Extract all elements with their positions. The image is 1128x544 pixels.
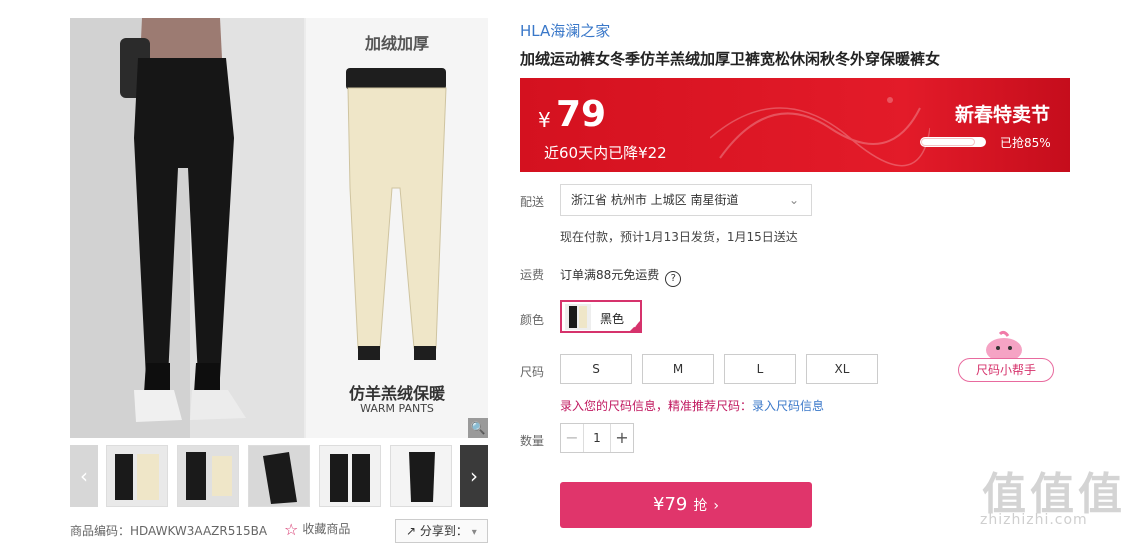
sku-code: 商品编码：HDAWKW3AAZR515BA	[70, 524, 268, 538]
help-icon[interactable]: ?	[665, 271, 682, 287]
favorite-button[interactable]: ☆ 收藏商品	[284, 520, 350, 539]
main-product-image[interactable]: 加绒加厚 仿羊羔绒保暖 WARM PANTS 🔍	[70, 18, 488, 438]
star-icon: ☆	[284, 520, 299, 539]
thumbnail[interactable]	[248, 445, 310, 507]
chevron-left-icon[interactable]: ‹	[70, 445, 98, 507]
thumbnail[interactable]	[106, 445, 168, 507]
size-option-s[interactable]: S	[560, 354, 632, 384]
decorative-swirl-icon	[710, 97, 930, 167]
size-option-m[interactable]: M	[642, 354, 714, 384]
fleece-pants-illustration	[346, 68, 447, 360]
buy-price: ¥79	[653, 494, 688, 515]
size-option-xl[interactable]: XL	[806, 354, 878, 384]
quantity-stepper[interactable]: − 1 +	[560, 423, 634, 453]
size-label: 尺码	[520, 365, 545, 379]
address-text: 浙江省 杭州市 上城区 南星街道	[571, 193, 739, 207]
price-banner: ¥ 79 近60天内已降¥22 新春特卖节 已抢85%	[520, 78, 1070, 172]
color-swatch-thumbnail	[565, 304, 591, 330]
watermark-url: zhizhizhi.com	[980, 512, 1088, 528]
currency-symbol: ¥	[538, 108, 551, 132]
magnifier-icon[interactable]: 🔍	[468, 418, 488, 438]
size-option-l[interactable]: L	[724, 354, 796, 384]
festival-title: 新春特卖节	[954, 104, 1050, 126]
address-selector[interactable]: 浙江省 杭州市 上城区 南星街道 ⌄	[560, 184, 812, 216]
thumbnail[interactable]	[390, 445, 452, 507]
size-tip-text: 录入您的尺码信息，精准推荐尺码：	[560, 399, 753, 413]
delivery-eta: 现在付款，预计1月13日发货，1月15日送达	[560, 230, 798, 244]
size-helper-button[interactable]: 尺码小帮手	[958, 358, 1054, 382]
price-drop-note: 近60天内已降¥22	[544, 144, 667, 162]
model-illustration	[70, 18, 304, 438]
sold-percentage: 已抢85%	[1000, 136, 1051, 150]
current-price: 79	[556, 94, 607, 135]
buy-action: 抢	[693, 498, 708, 514]
share-label: 分享到：	[419, 524, 468, 538]
shipping-fee-label: 运费	[520, 268, 545, 282]
promo-subcaption: WARM PANTS	[360, 402, 434, 415]
product-title: 加绒运动裤女冬季仿羊羔绒加厚卫裤宽松休闲秋冬外穿保暖裤女	[520, 50, 941, 68]
brand-link[interactable]: HLA海澜之家	[520, 20, 610, 41]
chevron-down-icon: ▾	[471, 527, 477, 538]
quantity-label: 数量	[520, 434, 545, 448]
chevron-right-icon[interactable]: ›	[460, 445, 488, 507]
sold-progress-bar	[920, 137, 986, 147]
delivery-label: 配送	[520, 195, 545, 209]
pants-flat-photo	[306, 18, 488, 438]
share-dropdown[interactable]: ↗ 分享到： ▾	[395, 519, 488, 543]
thumbnail[interactable]	[177, 445, 239, 507]
model-photo	[70, 18, 304, 438]
check-icon: ✓	[632, 321, 640, 331]
size-tip: 录入您的尺码信息，精准推荐尺码：录入尺码信息	[560, 397, 824, 414]
thumbnail[interactable]	[319, 445, 381, 507]
promo-title: 加绒加厚	[364, 34, 429, 53]
quantity-value[interactable]: 1	[583, 424, 611, 452]
shipping-fee-value: 订单满88元免运费	[560, 268, 660, 282]
color-label: 颜色	[520, 313, 545, 327]
color-option-black[interactable]: 黑色 ✓	[560, 300, 642, 333]
color-option-label: 黑色	[600, 312, 625, 326]
minus-icon[interactable]: −	[561, 424, 584, 452]
chevron-right-icon: ›	[713, 498, 719, 514]
sold-progress-fill	[921, 138, 976, 146]
favorite-label: 收藏商品	[302, 522, 351, 536]
promo-caption: 仿羊羔绒保暖	[348, 384, 445, 403]
share-icon: ↗	[406, 524, 417, 538]
size-tip-link[interactable]: 录入尺码信息	[752, 399, 824, 413]
plus-icon[interactable]: +	[610, 424, 633, 452]
buy-now-button[interactable]: ¥79 抢 ›	[560, 482, 812, 528]
chevron-down-icon: ⌄	[788, 193, 799, 207]
shipping-fee-text: 订单满88元免运费?	[560, 266, 682, 287]
